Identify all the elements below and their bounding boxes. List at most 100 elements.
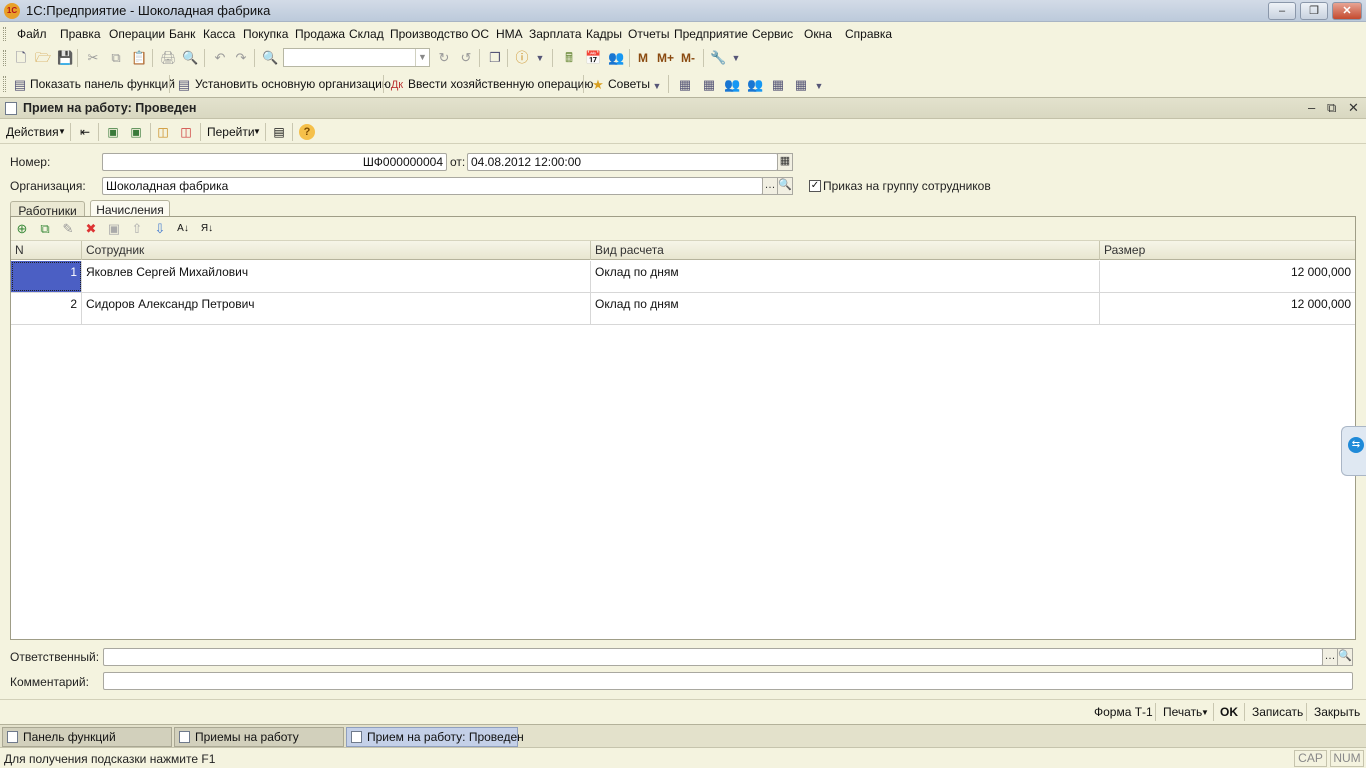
sort-ascending-icon[interactable]: A↓ [175,221,191,237]
cut-icon[interactable]: ✂ [85,50,101,66]
calendar-icon[interactable]: ▦ [777,153,793,171]
menu-service[interactable]: Сервис [752,27,793,41]
move-down-icon[interactable]: ⇩ [152,221,168,237]
delete-row-icon[interactable]: ✖ [83,221,99,237]
select-ellipsis-icon[interactable]: … [1322,648,1338,666]
cell-n[interactable]: 2 [11,293,82,324]
chevron-down-icon[interactable]: ▼ [649,78,665,94]
windows-icon[interactable]: ❐ [487,50,503,66]
select-ellipsis-icon[interactable]: … [762,177,778,195]
menu-bank[interactable]: Банк [169,27,195,41]
post-icon[interactable]: ▣ [105,124,121,140]
tools-icon[interactable]: 🔧 [710,50,726,66]
open-search-icon[interactable]: 🔍 [1337,648,1353,666]
edit-row-icon[interactable]: ✎ [60,221,76,237]
find-next-icon[interactable]: ↻ [436,50,452,66]
menu-salary[interactable]: Зарплата [529,27,582,41]
menu-windows[interactable]: Окна [804,27,832,41]
teamviewer-icon[interactable]: ⇆ [1348,437,1364,453]
close-icon[interactable]: ✕ [1332,2,1362,20]
documents-icon[interactable]: ▦ [701,77,717,93]
enter-operation-button[interactable]: Ввести хозяйственную операцию [408,77,593,91]
info-icon[interactable]: ⓘ [514,50,530,66]
chevron-down-icon[interactable]: ▼ [532,50,548,66]
sort-descending-icon[interactable]: Я↓ [199,221,215,237]
menu-production[interactable]: Производство [390,27,468,41]
memory-add-button[interactable]: M+ [657,51,674,65]
copy-icon[interactable]: ⧉ [108,50,124,66]
memory-button[interactable]: M [638,51,648,65]
calendar-icon[interactable]: 📅 [585,50,601,66]
restore-icon[interactable]: ❐ [1300,2,1328,20]
group-order-checkbox[interactable]: ✓ [809,180,821,192]
chevron-down-icon[interactable]: ▼ [728,50,744,66]
minimize-icon[interactable]: – [1268,2,1296,20]
show-function-panel-button[interactable]: Показать панель функций [30,77,175,91]
remote-support-widget[interactable]: ⇆ [1341,426,1366,476]
menu-sales[interactable]: Продажа [295,27,345,41]
save-icon[interactable]: 💾 [57,50,73,66]
chevron-down-icon[interactable]: ▼ [415,49,429,66]
based-on-icon[interactable]: ◫ [155,124,171,140]
move-up-icon[interactable]: ⇧ [129,221,145,237]
cell-amount[interactable]: 12 000,000 [1100,293,1355,324]
journal-icon[interactable]: ▦ [677,77,693,93]
redo-icon[interactable]: ↷ [233,50,249,66]
set-main-organization-button[interactable]: Установить основную организацию [195,77,391,91]
open-search-icon[interactable]: 🔍 [777,177,793,195]
report-icon[interactable]: ▦ [770,77,786,93]
post-and-close-icon[interactable]: ⇤ [77,124,93,140]
column-header-amount[interactable]: Размер [1100,241,1355,260]
menu-edit[interactable]: Правка [60,27,101,41]
tips-button[interactable]: Советы [608,77,650,91]
find-prev-icon[interactable]: ↺ [458,50,474,66]
task-hiring-document[interactable]: Прием на работу: Проведен [346,727,524,747]
paste-icon[interactable]: 📋 [131,50,147,66]
menu-purchase[interactable]: Покупка [243,27,288,41]
task-function-panel[interactable]: Панель функций [2,727,172,747]
search-icon[interactable]: 🔍 [262,50,278,66]
print-icon[interactable]: 🖨 [160,50,177,66]
save-button[interactable]: Записать [1252,705,1303,719]
users-icon[interactable]: 👥 [608,50,624,66]
memory-subtract-button[interactable]: M- [681,51,695,65]
date-field[interactable]: 04.08.2012 12:00:00 [467,153,778,171]
movements-icon[interactable]: ◫ [178,124,194,140]
form-t1-button[interactable]: Форма Т-1 [1094,705,1153,719]
minimize-icon[interactable]: – [1308,100,1315,115]
restore-icon[interactable]: ⧉ [1327,100,1336,116]
comment-field[interactable] [103,672,1353,690]
cell-calc-type[interactable]: Оклад по дням [591,261,1100,292]
new-document-icon[interactable]: 🗋 [13,50,29,66]
menu-file[interactable]: Файл [17,27,47,41]
cell-employee[interactable]: Яковлев Сергей Михайлович [82,261,591,292]
cell-calc-type[interactable]: Оклад по дням [591,293,1100,324]
menu-enterprise[interactable]: Предприятие [674,27,748,41]
menu-hr[interactable]: Кадры [586,27,622,41]
ok-button[interactable]: OK [1220,705,1238,719]
menu-help[interactable]: Справка [845,27,892,41]
menu-warehouse[interactable]: Склад [349,27,384,41]
chevron-down-icon[interactable]: ▼ [58,127,66,136]
structure-icon[interactable]: ▤ [271,124,287,140]
search-combo[interactable]: ▼ [283,48,430,67]
undo-icon[interactable]: ↶ [212,50,228,66]
open-folder-icon[interactable]: 🗁 [35,50,51,66]
task-hirings-list[interactable]: Приемы на работу [174,727,344,747]
employees-icon[interactable]: 👥 [724,77,740,93]
menu-reports[interactable]: Отчеты [628,27,669,41]
table-row[interactable]: 2 Сидоров Александр Петрович Оклад по дн… [11,293,1355,325]
number-field[interactable]: ШФ000000004 [102,153,447,171]
cell-amount[interactable]: 12 000,000 [1100,261,1355,292]
copy-row-icon[interactable]: ⧉ [37,221,53,237]
chevron-down-icon[interactable]: ▼ [811,78,827,94]
table-row[interactable]: 1 Яковлев Сергей Михайлович Оклад по дня… [11,261,1355,293]
responsible-field[interactable] [103,648,1323,666]
cell-employee[interactable]: Сидоров Александр Петрович [82,293,591,324]
close-button[interactable]: Закрыть [1314,705,1360,719]
menu-cash[interactable]: Касса [203,27,235,41]
settings-report-icon[interactable]: ▦ [793,77,809,93]
unpost-icon[interactable]: ▣ [128,124,144,140]
chevron-down-icon[interactable]: ▼ [1201,708,1209,717]
add-row-icon[interactable]: ⊕ [14,221,30,237]
